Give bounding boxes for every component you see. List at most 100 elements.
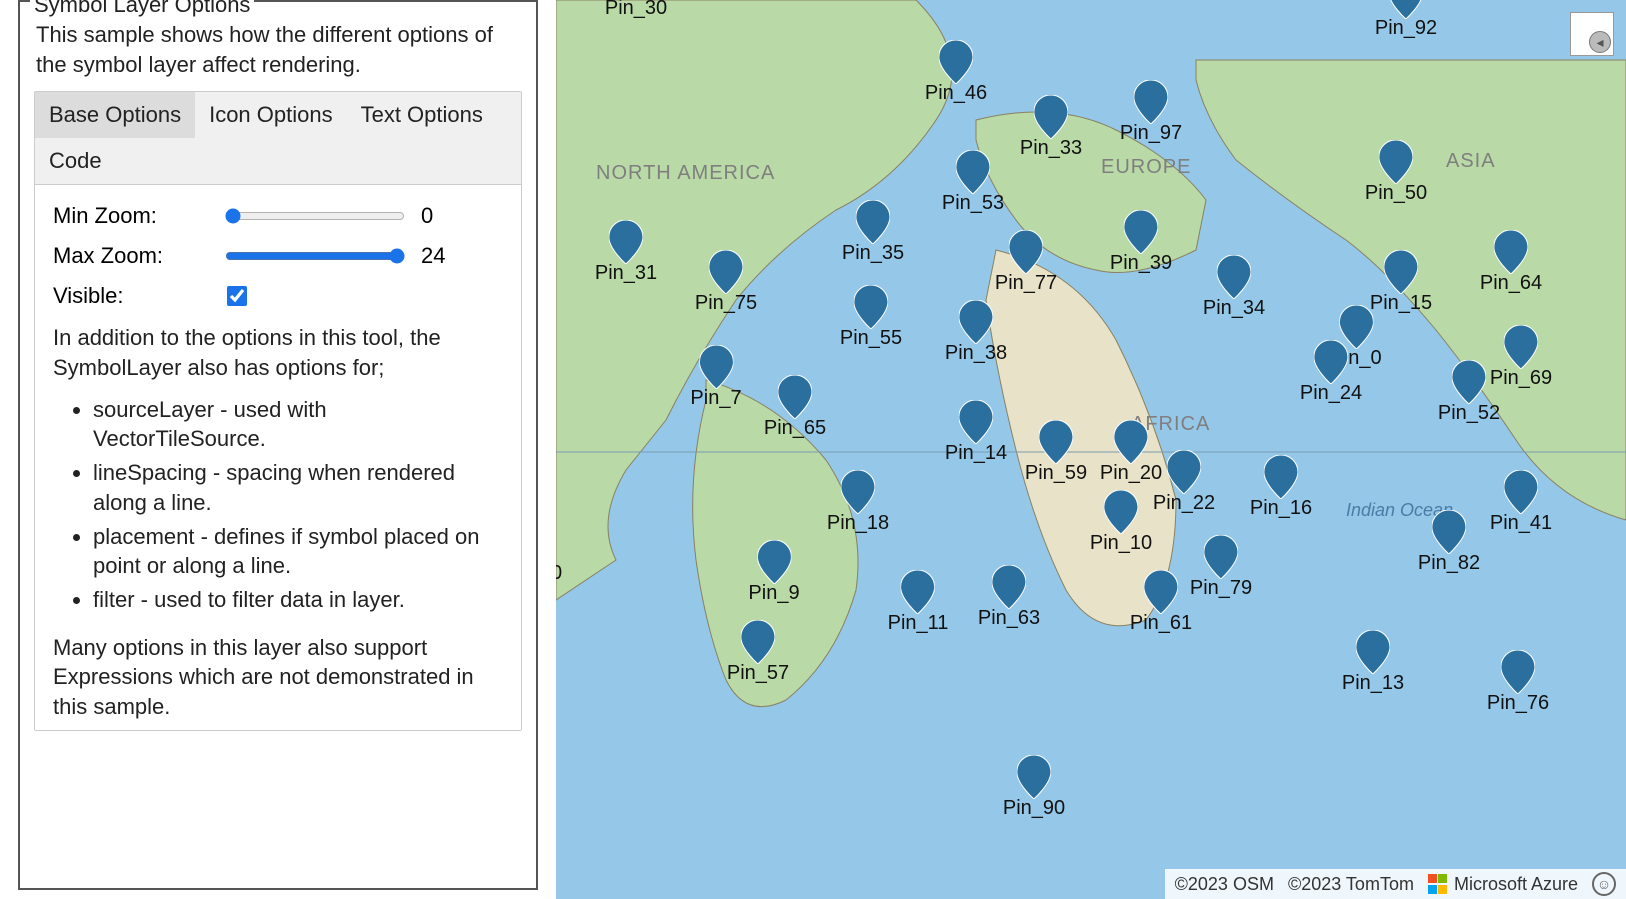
notes-footer: Many options in this layer also support … — [53, 633, 503, 722]
pin-label: Pin_50 — [1365, 182, 1427, 205]
region-label-europe: EUROPE — [1101, 156, 1191, 179]
map[interactable]: NORTH AMERICA EUROPE ASIA AFRICA Indian … — [556, 0, 1626, 899]
microsoft-logo-icon — [1428, 874, 1448, 894]
options-panel: Symbol Layer Options This sample shows h… — [18, 0, 538, 890]
attribution-osm: ©2023 OSM — [1175, 874, 1274, 895]
map-pin[interactable]: Pin_35 — [842, 200, 904, 265]
map-zoom-control[interactable]: ◂ — [1570, 12, 1614, 56]
pin-label: Pin_65 — [764, 417, 826, 440]
pin-label: Pin_35 — [842, 242, 904, 265]
pin-label: Pin_7 — [690, 387, 741, 410]
map-pin[interactable]: Pin_13 — [1342, 630, 1404, 695]
pin-label: Pin_52 — [1438, 402, 1500, 425]
pin-label: Pin_82 — [1418, 552, 1480, 575]
tab-text-options[interactable]: Text Options — [347, 92, 497, 138]
pin-label: Pin_14 — [945, 442, 1007, 465]
map-pin[interactable]: Pin_50 — [1365, 140, 1427, 205]
pin-label: Pin_59 — [1025, 462, 1087, 485]
map-pin[interactable]: Pin_16 — [1250, 455, 1312, 520]
pin-label: Pin_61 — [1130, 612, 1192, 635]
map-pin[interactable]: Pin_76 — [1487, 650, 1549, 715]
map-pin[interactable]: Pin_22 — [1153, 450, 1215, 515]
map-pin[interactable]: Pin_75 — [695, 250, 757, 315]
map-pin[interactable]: Pin_90 — [1003, 755, 1065, 820]
pin-label: Pin_76 — [1487, 692, 1549, 715]
map-pin[interactable]: Pin_34 — [1203, 255, 1265, 320]
map-pin[interactable]: Pin_97 — [1120, 80, 1182, 145]
tab-icon-options[interactable]: Icon Options — [195, 92, 347, 138]
pin-label: Pin_92 — [1375, 17, 1437, 40]
map-pin[interactable]: Pin_55 — [840, 285, 902, 350]
map-pin[interactable]: Pin_14 — [945, 400, 1007, 465]
map-pin[interactable]: Pin_52 — [1438, 360, 1500, 425]
pin-label: Pin_34 — [1203, 297, 1265, 320]
map-pin[interactable]: Pin_92 — [1375, 0, 1437, 40]
notes-item: lineSpacing - spacing when rendered alon… — [93, 458, 503, 517]
pin-label: Pin_97 — [1120, 122, 1182, 145]
arrow-left-icon: ◂ — [1589, 31, 1611, 53]
map-pin[interactable]: Pin_61 — [1130, 570, 1192, 635]
map-pin[interactable]: Pin_38 — [945, 300, 1007, 365]
pin-label: Pin_53 — [942, 192, 1004, 215]
feedback-icon[interactable]: ☺ — [1592, 872, 1616, 896]
visible-label: Visible: — [53, 283, 223, 309]
map-pin[interactable]: Pin_63 — [978, 565, 1040, 630]
map-pin[interactable]: Pin_79 — [1190, 535, 1252, 600]
pin-label: Pin_24 — [1300, 382, 1362, 405]
pin-label: Pin_41 — [1490, 512, 1552, 535]
map-pin[interactable]: Pin_53 — [942, 150, 1004, 215]
pin-label: Pin_13 — [1342, 672, 1404, 695]
pin-label: Pin_55 — [840, 327, 902, 350]
visible-checkbox[interactable] — [227, 286, 247, 306]
map-pin[interactable]: Pin_82 — [1418, 510, 1480, 575]
map-pin[interactable]: Pin_41 — [1490, 470, 1552, 535]
map-pin[interactable]: Pin_59 — [1025, 420, 1087, 485]
panel-title: Symbol Layer Options — [30, 0, 254, 18]
tab-body-base: Min Zoom: 0 Max Zoom: 24 Visible: In add… — [35, 185, 521, 729]
pin-label: Pin_63 — [978, 607, 1040, 630]
map-pin[interactable]: Pin_24 — [1300, 340, 1362, 405]
pin-label: Pin_46 — [925, 82, 987, 105]
pin-label: Pin_38 — [945, 342, 1007, 365]
region-label-north-america: NORTH AMERICA — [596, 162, 775, 185]
max-zoom-label: Max Zoom: — [53, 243, 223, 269]
min-zoom-label: Min Zoom: — [53, 203, 223, 229]
pin-label: Pin_11 — [888, 612, 949, 635]
map-pin[interactable]: Pin_33 — [1020, 95, 1082, 160]
map-pin[interactable]: Pin_77 — [995, 230, 1057, 295]
pin-label: Pin_79 — [1190, 577, 1252, 600]
tab-base-options[interactable]: Base Options — [35, 92, 195, 138]
map-pin[interactable]: Pin_31 — [595, 220, 657, 285]
max-zoom-slider[interactable] — [225, 248, 405, 264]
map-pin[interactable]: Pin_64 — [1480, 230, 1542, 295]
pin-label: Pin_22 — [1153, 492, 1215, 515]
map-pin[interactable]: Pin_65 — [764, 375, 826, 440]
notes-item: placement - defines if symbol placed on … — [93, 522, 503, 581]
pin-label: Pin_18 — [827, 512, 889, 535]
pin-label: Pin_30 — [605, 0, 667, 20]
map-pin[interactable]: Pin_30 — [605, 0, 667, 20]
pin-label: Pin_9 — [748, 582, 799, 605]
min-zoom-slider[interactable] — [225, 208, 405, 224]
map-pin[interactable]: Pin_10 — [1090, 490, 1152, 555]
min-zoom-value: 0 — [421, 203, 433, 229]
pin-label: Pin_16 — [1250, 497, 1312, 520]
options-tabs: Base Options Icon Options Text Options C… — [34, 91, 522, 730]
pin-label: Pin_10 — [1090, 532, 1152, 555]
map-pin[interactable]: Pin_9 — [748, 540, 799, 605]
pin-label: Pin_64 — [1480, 272, 1542, 295]
tab-code[interactable]: Code — [35, 138, 116, 184]
map-pin[interactable]: Pin_11 — [888, 570, 949, 635]
map-pin[interactable]: Pin_39 — [1110, 210, 1172, 275]
notes-item: sourceLayer - used with VectorTileSource… — [93, 395, 503, 454]
map-pin[interactable]: Pin_7 — [690, 345, 741, 410]
map-pin[interactable]: Pin_40 — [556, 520, 562, 585]
pin-label: Pin_39 — [1110, 252, 1172, 275]
notes-item: filter - used to filter data in layer. — [93, 585, 503, 615]
map-pin[interactable]: Pin_57 — [727, 620, 789, 685]
pin-label: Pin_75 — [695, 292, 757, 315]
pin-label: Pin_40 — [556, 562, 562, 585]
map-pin[interactable]: Pin_18 — [827, 470, 889, 535]
max-zoom-value: 24 — [421, 243, 445, 269]
map-pin[interactable]: Pin_46 — [925, 40, 987, 105]
